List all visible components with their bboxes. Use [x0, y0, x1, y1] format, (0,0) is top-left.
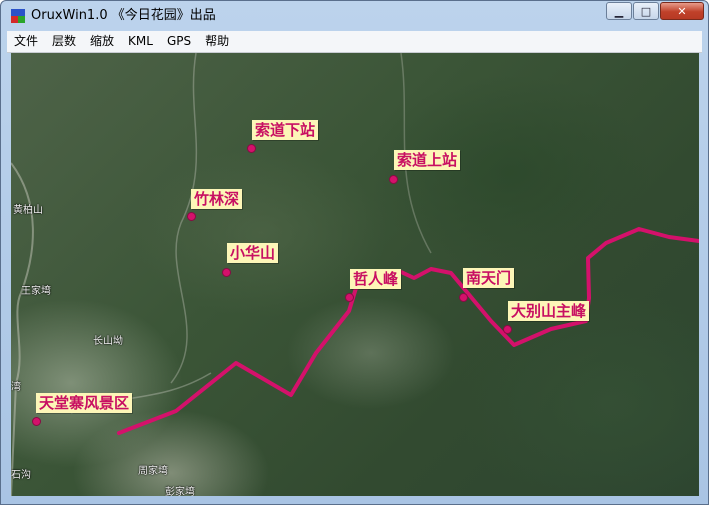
place-label: 周家塆 [138, 466, 168, 477]
app-icon [11, 9, 25, 23]
satellite-map[interactable]: 黄柏山 王家塆 长山坳 石沟 周家塆 彭家塆 湾 索道下站 索道上站 竹林深 小… [11, 53, 699, 496]
poi-label[interactable]: 哲人峰 [350, 269, 402, 289]
poi-label[interactable]: 索道下站 [252, 120, 319, 140]
poi-marker[interactable] [187, 212, 196, 221]
menu-file[interactable]: 文件 [7, 31, 45, 52]
minimize-button[interactable]: ▁ [606, 2, 632, 20]
poi-marker[interactable] [503, 325, 512, 334]
menu-help[interactable]: 帮助 [198, 31, 236, 52]
place-label: 王家塆 [21, 286, 51, 297]
poi-marker[interactable] [389, 175, 398, 184]
poi-marker[interactable] [247, 144, 256, 153]
place-label: 黄柏山 [13, 205, 43, 216]
poi-label[interactable]: 竹林深 [191, 189, 243, 209]
place-label: 湾 [11, 382, 21, 393]
menu-gps[interactable]: GPS [160, 31, 198, 52]
poi-marker[interactable] [459, 293, 468, 302]
window-title: OruxWin1.0 《今日花园》出品 [31, 8, 216, 23]
place-label: 长山坳 [93, 336, 123, 347]
poi-label[interactable]: 南天门 [463, 268, 515, 288]
app-window: OruxWin1.0 《今日花园》出品 ▁ □ ✕ 文件 层数 缩放 KML G… [0, 0, 709, 505]
menu-bar: 文件 层数 缩放 KML GPS 帮助 [7, 31, 702, 53]
poi-marker[interactable] [345, 293, 354, 302]
menu-layers[interactable]: 层数 [45, 31, 83, 52]
poi-marker[interactable] [32, 417, 41, 426]
title-bar[interactable]: OruxWin1.0 《今日花园》出品 ▁ □ ✕ [1, 1, 708, 31]
close-button[interactable]: ✕ [660, 2, 704, 20]
poi-label[interactable]: 天堂寨风景区 [36, 393, 133, 413]
window-controls: ▁ □ ✕ [605, 2, 704, 22]
poi-marker[interactable] [222, 268, 231, 277]
poi-label[interactable]: 索道上站 [394, 150, 461, 170]
poi-label[interactable]: 小华山 [227, 243, 279, 263]
place-label: 石沟 [11, 470, 31, 481]
maximize-button[interactable]: □ [633, 2, 659, 20]
route-track [117, 227, 699, 435]
place-label: 彭家塆 [165, 487, 195, 496]
poi-label[interactable]: 大别山主峰 [508, 301, 590, 321]
menu-kml[interactable]: KML [121, 31, 160, 52]
menu-zoom[interactable]: 缩放 [83, 31, 121, 52]
